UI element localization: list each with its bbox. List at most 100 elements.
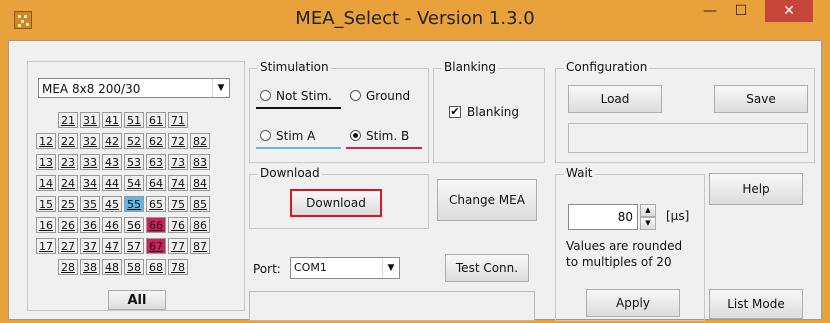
electrode-14[interactable]: 14 <box>36 175 56 191</box>
electrode-87[interactable]: 87 <box>190 238 210 254</box>
electrode-24[interactable]: 24 <box>58 175 78 191</box>
electrode-52[interactable]: 52 <box>124 133 144 149</box>
port-value: COM1 <box>294 261 327 274</box>
electrode-35[interactable]: 35 <box>80 196 100 212</box>
electrode-16[interactable]: 16 <box>36 217 56 233</box>
blanking-label: Blanking <box>442 60 499 74</box>
electrode-56[interactable]: 56 <box>124 217 144 233</box>
wait-note-line1: Values are rounded <box>566 239 683 253</box>
test-connection-button[interactable]: Test Conn. <box>445 254 529 282</box>
stimulation-groupbox: Stimulation Not Stim. Ground Stim A Stim… <box>249 60 429 163</box>
download-button[interactable]: Download <box>290 189 382 217</box>
electrode-61[interactable]: 61 <box>146 112 166 128</box>
electrode-21[interactable]: 21 <box>58 112 78 128</box>
maximize-button[interactable]: ☐ <box>727 0 755 22</box>
electrode-38[interactable]: 38 <box>80 259 100 275</box>
electrode-47[interactable]: 47 <box>102 238 122 254</box>
electrode-46[interactable]: 46 <box>102 217 122 233</box>
chevron-down-icon[interactable]: ▼ <box>382 258 399 278</box>
title-bar[interactable]: MEA_Select - Version 1.3.0 — ☐ ✕ <box>0 0 830 40</box>
electrode-51[interactable]: 51 <box>124 112 144 128</box>
download-label: Download <box>258 166 322 180</box>
electrode-84[interactable]: 84 <box>190 175 210 191</box>
radio-icon <box>350 90 361 101</box>
electrode-85[interactable]: 85 <box>190 196 210 212</box>
electrode-32[interactable]: 32 <box>80 133 100 149</box>
apply-button[interactable]: Apply <box>586 289 680 317</box>
wait-value-input[interactable]: 80 <box>568 204 638 230</box>
mea-type-select[interactable]: MEA 8x8 200/30 ▼ <box>38 78 230 98</box>
close-button[interactable]: ✕ <box>765 0 813 22</box>
electrode-65[interactable]: 65 <box>146 196 166 212</box>
configuration-groupbox: Configuration Load Save <box>555 60 815 163</box>
electrode-54[interactable]: 54 <box>124 175 144 191</box>
radio-selected-icon <box>350 130 361 141</box>
radio-icon <box>260 130 271 141</box>
not-stim-label: Not Stim. <box>276 89 332 103</box>
configuration-status-field <box>568 123 808 153</box>
electrode-48[interactable]: 48 <box>102 259 122 275</box>
electrode-43[interactable]: 43 <box>102 154 122 170</box>
electrode-23[interactable]: 23 <box>58 154 78 170</box>
electrode-42[interactable]: 42 <box>102 133 122 149</box>
electrode-78[interactable]: 78 <box>168 259 188 275</box>
electrode-75[interactable]: 75 <box>168 196 188 212</box>
electrode-74[interactable]: 74 <box>168 175 188 191</box>
wait-groupbox: Wait 80 ▲ ▼ [µs] Values are rounded to m… <box>555 166 705 321</box>
electrode-57[interactable]: 57 <box>124 238 144 254</box>
electrode-64[interactable]: 64 <box>146 175 166 191</box>
port-select[interactable]: COM1 ▼ <box>290 257 400 279</box>
electrode-72[interactable]: 72 <box>168 133 188 149</box>
electrode-62[interactable]: 62 <box>146 133 166 149</box>
electrode-26[interactable]: 26 <box>58 217 78 233</box>
electrode-15[interactable]: 15 <box>36 196 56 212</box>
electrode-33[interactable]: 33 <box>80 154 100 170</box>
electrode-28[interactable]: 28 <box>58 259 78 275</box>
electrode-17[interactable]: 17 <box>36 238 56 254</box>
electrode-83[interactable]: 83 <box>190 154 210 170</box>
chevron-down-icon[interactable]: ▼ <box>212 79 229 97</box>
electrode-45[interactable]: 45 <box>102 196 122 212</box>
electrode-73[interactable]: 73 <box>168 154 188 170</box>
select-all-button[interactable]: All <box>108 290 166 310</box>
electrode-37[interactable]: 37 <box>80 238 100 254</box>
load-button[interactable]: Load <box>568 85 662 113</box>
stim-a-label: Stim A <box>276 129 316 143</box>
change-mea-button[interactable]: Change MEA <box>437 179 537 221</box>
stim-b-color-line <box>346 147 422 149</box>
electrode-76[interactable]: 76 <box>168 217 188 233</box>
electrode-13[interactable]: 13 <box>36 154 56 170</box>
electrode-36[interactable]: 36 <box>80 217 100 233</box>
port-label: Port: <box>253 262 281 276</box>
save-button[interactable]: Save <box>714 85 808 113</box>
blanking-checkbox-label: Blanking <box>467 105 520 119</box>
help-button[interactable]: Help <box>709 173 803 205</box>
electrode-77[interactable]: 77 <box>168 238 188 254</box>
electrode-63[interactable]: 63 <box>146 154 166 170</box>
electrode-41[interactable]: 41 <box>102 112 122 128</box>
electrode-71[interactable]: 71 <box>168 112 188 128</box>
electrode-25[interactable]: 25 <box>58 196 78 212</box>
electrode-44[interactable]: 44 <box>102 175 122 191</box>
blanking-checkbox[interactable]: ✔ <box>449 106 461 118</box>
list-mode-button[interactable]: List Mode <box>709 289 803 319</box>
electrode-12[interactable]: 12 <box>36 133 56 149</box>
electrode-53[interactable]: 53 <box>124 154 144 170</box>
electrode-58[interactable]: 58 <box>124 259 144 275</box>
electrode-34[interactable]: 34 <box>80 175 100 191</box>
electrode-66[interactable]: 66 <box>146 217 166 233</box>
stim-a-color-line <box>256 147 341 149</box>
minimize-button[interactable]: — <box>695 0 725 22</box>
electrode-68[interactable]: 68 <box>146 259 166 275</box>
electrode-22[interactable]: 22 <box>58 133 78 149</box>
electrode-55[interactable]: 55 <box>124 196 144 212</box>
electrode-27[interactable]: 27 <box>58 238 78 254</box>
ground-label: Ground <box>366 89 411 103</box>
electrode-86[interactable]: 86 <box>190 217 210 233</box>
electrode-82[interactable]: 82 <box>190 133 210 149</box>
spin-up-icon[interactable]: ▲ <box>640 204 656 217</box>
electrode-31[interactable]: 31 <box>80 112 100 128</box>
spin-down-icon[interactable]: ▼ <box>640 217 656 230</box>
not-stim-color-line <box>256 107 341 109</box>
electrode-67[interactable]: 67 <box>146 238 166 254</box>
